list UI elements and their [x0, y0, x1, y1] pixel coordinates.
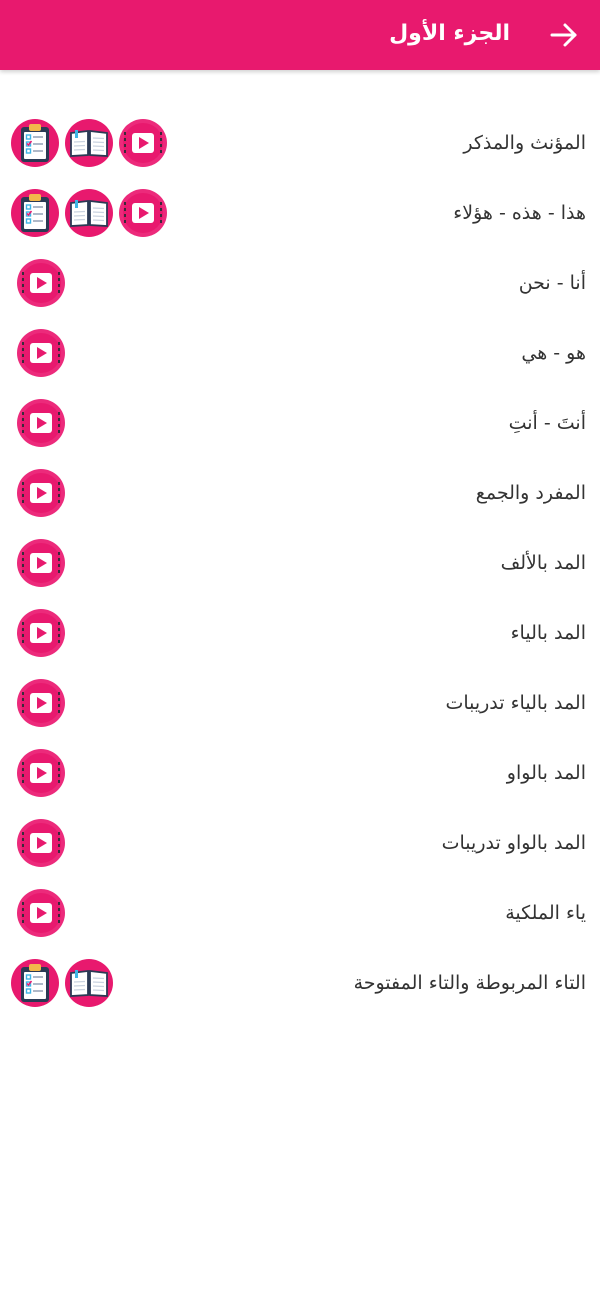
open-book-icon[interactable]	[64, 958, 114, 1008]
arrow-right-icon[interactable]	[546, 17, 582, 53]
video-play-icon[interactable]	[16, 888, 66, 938]
lesson-title: المفرد والجمع	[475, 482, 586, 504]
video-play-icon[interactable]	[16, 398, 66, 448]
lesson-actions	[10, 258, 66, 308]
lesson-actions	[10, 608, 66, 658]
lesson-title: المد بالألف	[500, 552, 586, 574]
lesson-list: المؤنث والمذكر هذا - هذه - هؤلاء أنا - نحن…	[0, 108, 600, 1018]
lesson-row[interactable]: أنتَ - أنتِ	[0, 388, 600, 458]
lesson-actions	[10, 468, 66, 518]
lesson-row[interactable]: ياء الملكية	[0, 878, 600, 948]
video-play-icon[interactable]	[16, 608, 66, 658]
open-book-icon[interactable]	[64, 118, 114, 168]
quiz-clipboard-icon[interactable]	[10, 958, 60, 1008]
lesson-actions	[10, 118, 168, 168]
lesson-actions	[10, 398, 66, 448]
lesson-actions	[10, 958, 114, 1008]
lesson-row[interactable]: المد بالياء تدريبات	[0, 668, 600, 738]
lesson-title: هذا - هذه - هؤلاء	[453, 202, 586, 224]
lesson-title: المد بالواو	[506, 762, 586, 784]
lesson-title: ياء الملكية	[505, 902, 586, 924]
video-play-icon[interactable]	[16, 678, 66, 728]
lesson-title: التاء المربوطة والتاء المفتوحة	[353, 972, 586, 994]
video-play-icon[interactable]	[118, 188, 168, 238]
video-play-icon[interactable]	[16, 748, 66, 798]
lesson-row[interactable]: المد بالواو	[0, 738, 600, 808]
lesson-actions	[10, 188, 168, 238]
page-title: الجزء الأول	[389, 21, 510, 46]
lesson-row[interactable]: المد بالواو تدريبات	[0, 808, 600, 878]
quiz-clipboard-icon[interactable]	[10, 118, 60, 168]
lesson-row[interactable]: هو - هي	[0, 318, 600, 388]
lesson-title: هو - هي	[521, 342, 586, 364]
lesson-row[interactable]: المد بالألف	[0, 528, 600, 598]
lesson-title: المد بالياء	[510, 622, 586, 644]
lesson-actions	[10, 748, 66, 798]
video-play-icon[interactable]	[16, 328, 66, 378]
video-play-icon[interactable]	[16, 468, 66, 518]
video-play-icon[interactable]	[16, 818, 66, 868]
video-play-icon[interactable]	[118, 118, 168, 168]
lesson-actions	[10, 818, 66, 868]
lesson-title: أنتَ - أنتِ	[508, 412, 586, 434]
quiz-clipboard-icon[interactable]	[10, 188, 60, 238]
lesson-title: المد بالواو تدريبات	[441, 832, 586, 854]
video-play-icon[interactable]	[16, 258, 66, 308]
lesson-actions	[10, 678, 66, 728]
lesson-title: المد بالياء تدريبات	[445, 692, 586, 714]
open-book-icon[interactable]	[64, 188, 114, 238]
lesson-title: أنا - نحن	[518, 272, 586, 294]
lesson-actions	[10, 328, 66, 378]
lesson-row[interactable]: المؤنث والمذكر	[0, 108, 600, 178]
lesson-row[interactable]: المد بالياء	[0, 598, 600, 668]
lesson-row[interactable]: هذا - هذه - هؤلاء	[0, 178, 600, 248]
lesson-row[interactable]: المفرد والجمع	[0, 458, 600, 528]
lesson-actions	[10, 538, 66, 588]
lesson-title: المؤنث والمذكر	[463, 132, 586, 154]
lesson-row[interactable]: التاء المربوطة والتاء المفتوحة	[0, 948, 600, 1018]
video-play-icon[interactable]	[16, 538, 66, 588]
lesson-actions	[10, 888, 66, 938]
app-bar: الجزء الأول	[0, 0, 600, 70]
lesson-row[interactable]: أنا - نحن	[0, 248, 600, 318]
